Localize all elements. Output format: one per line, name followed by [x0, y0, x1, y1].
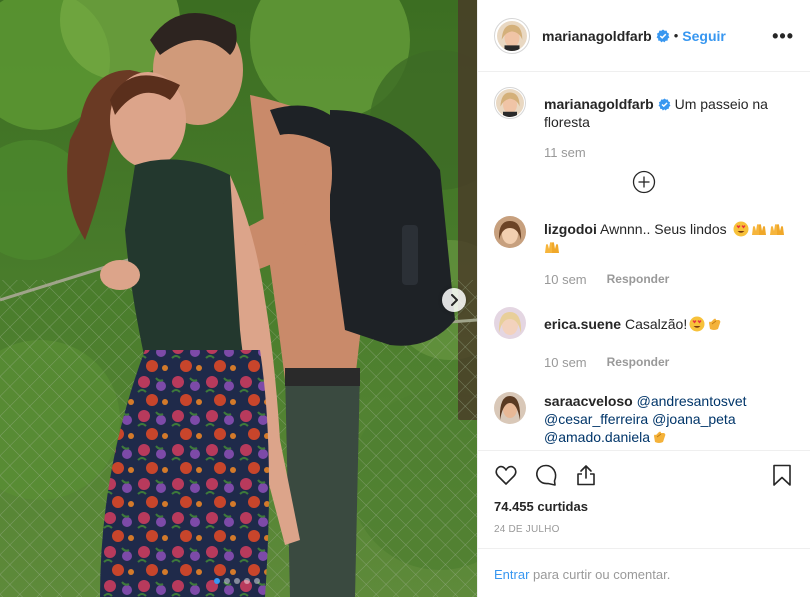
author-avatar-image — [497, 20, 527, 51]
comment-meta: 10 sem Responder — [544, 355, 794, 370]
heart-eyes-emoji-icon — [689, 316, 705, 332]
comment-avatar[interactable] — [494, 307, 526, 339]
comment-text: Awnnn.. Seus lindos — [600, 221, 727, 237]
comment-username[interactable]: erica.suene — [544, 316, 621, 332]
mention-link[interactable]: @amado.daniela — [544, 429, 650, 445]
author-username[interactable]: marianagoldfarb — [542, 28, 652, 44]
login-prompt: Entrar para curtir ou comentar. — [478, 548, 810, 597]
chevron-right-icon — [451, 294, 458, 306]
clapping-hands-emoji-icon — [654, 431, 666, 443]
raised-hands-emoji-icon — [545, 242, 559, 253]
comment-avatar-image — [494, 392, 526, 424]
comment-meta: 10 sem Responder — [544, 272, 794, 287]
caption-text-block: marianagoldfarb Um passeio na floresta — [544, 87, 794, 131]
add-comments-icon[interactable] — [632, 170, 656, 194]
next-image-button[interactable] — [442, 288, 466, 312]
post-header: marianagoldfarb • Seguir ••• — [478, 0, 810, 72]
carousel-indicator — [214, 578, 260, 584]
heart-eyes-emoji-icon — [733, 221, 749, 237]
comment-username[interactable]: saraacveloso — [544, 393, 633, 409]
comment-avatar[interactable] — [494, 216, 526, 248]
carousel-dot — [254, 578, 260, 584]
comment-icon[interactable] — [534, 463, 558, 487]
heart-icon[interactable] — [494, 463, 518, 487]
comment-text-block: erica.suene Casalzão! — [544, 307, 723, 333]
raised-hands-emoji-icon — [769, 224, 784, 235]
load-more-comments[interactable] — [494, 170, 794, 194]
comment-avatar[interactable] — [494, 392, 526, 424]
clapping-hands-emoji-icon — [709, 318, 721, 330]
mention-link[interactable]: @joana_peta — [652, 411, 736, 427]
carousel-dot — [244, 578, 250, 584]
action-icons — [494, 463, 794, 487]
caption-row: marianagoldfarb Um passeio na floresta — [494, 87, 794, 131]
raised-hands-emoji-icon — [751, 224, 766, 235]
caption-username[interactable]: marianagoldfarb — [544, 96, 654, 112]
couple-in-forest-photo — [0, 0, 477, 597]
post-date: 24 DE JULHO — [494, 524, 560, 535]
more-options-icon[interactable]: ••• — [772, 26, 794, 47]
caption-timestamp: 11 sem — [544, 145, 586, 160]
verified-badge-icon — [658, 98, 671, 111]
post-photo[interactable] — [0, 0, 477, 597]
instagram-post: marianagoldfarb • Seguir ••• marianagold… — [0, 0, 810, 597]
comment-item: lizgodoi Awnnn.. Seus lindos — [494, 216, 794, 256]
comment-username[interactable]: lizgodoi — [544, 221, 597, 237]
comment-timestamp: 10 sem — [544, 355, 587, 370]
login-link[interactable]: Entrar — [494, 567, 529, 582]
comment-timestamp: 10 sem — [544, 272, 587, 287]
caption-author-avatar[interactable] — [494, 87, 526, 119]
reply-button[interactable]: Responder — [607, 272, 670, 287]
comment-text-block: saraacveloso @andresantosvet @cesar_ffer… — [544, 392, 747, 446]
comment-text-block: lizgodoi Awnnn.. Seus lindos — [544, 216, 785, 256]
verified-badge-icon — [656, 29, 670, 42]
likes-count[interactable]: 74.455 curtidas — [494, 499, 794, 514]
bookmark-icon[interactable] — [770, 463, 794, 487]
share-icon[interactable] — [574, 463, 598, 487]
login-prompt-text: para curtir ou comentar. — [529, 567, 671, 582]
comment-item: erica.suene Casalzão! — [494, 307, 794, 339]
carousel-dot — [224, 578, 230, 584]
mention-link[interactable]: @cesar_fferreira — [544, 411, 648, 427]
post-actions: 74.455 curtidas 24 DE JULHO — [478, 450, 810, 535]
comment-item: saraacveloso @andresantosvet @cesar_ffer… — [494, 392, 794, 446]
caption-author-avatar-image — [496, 89, 524, 117]
reply-button[interactable]: Responder — [607, 355, 670, 370]
comment-avatar-image — [494, 307, 526, 339]
mention-link[interactable]: @andresantosvet — [637, 393, 747, 409]
carousel-dot — [214, 578, 220, 584]
comment-text: Casalzão! — [624, 316, 688, 332]
comment-avatar-image — [494, 216, 526, 248]
header-separator: • — [673, 28, 679, 43]
follow-button[interactable]: Seguir — [682, 28, 726, 44]
carousel-dot — [234, 578, 240, 584]
post-side-panel: marianagoldfarb • Seguir ••• marianagold… — [477, 0, 810, 597]
author-avatar[interactable] — [494, 17, 530, 54]
comments-list[interactable]: marianagoldfarb Um passeio na floresta 1… — [478, 73, 810, 450]
